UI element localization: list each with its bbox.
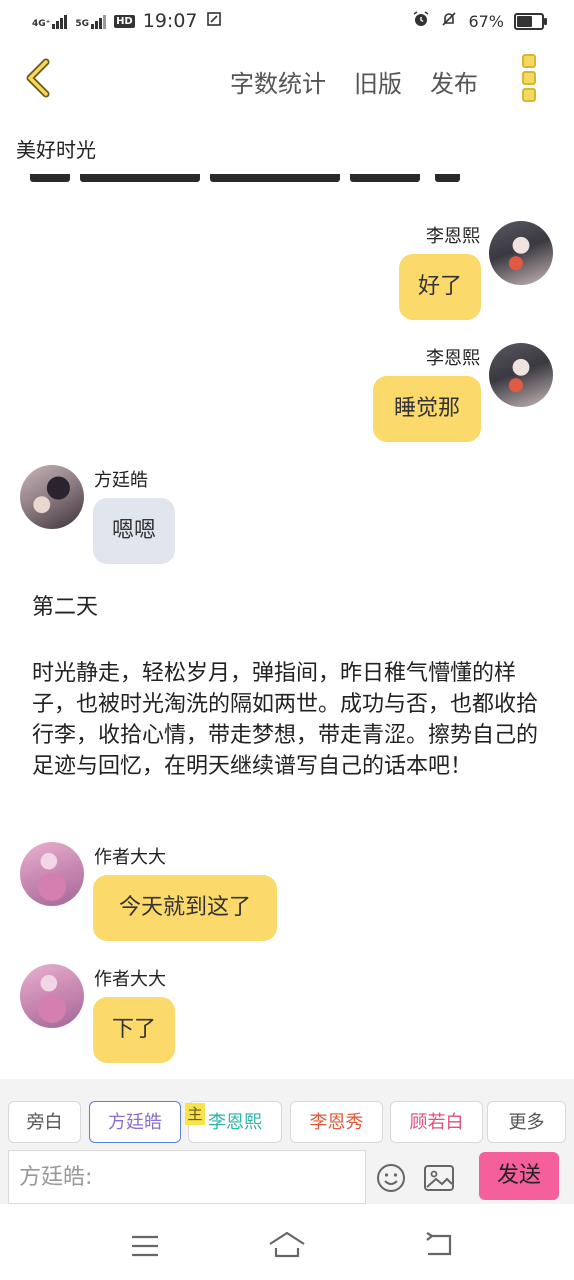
network-type-label: 5G	[75, 19, 90, 29]
message-sender-name: 方廷皓	[94, 470, 148, 491]
alarm-icon	[412, 10, 430, 33]
battery-icon	[514, 13, 547, 30]
message-bubble[interactable]: 好了	[399, 254, 481, 320]
message-bubble[interactable]: 下了	[93, 997, 175, 1063]
role-option-more[interactable]: 更多	[487, 1101, 566, 1143]
avatar[interactable]	[20, 842, 84, 906]
clock: 19:07	[142, 10, 198, 32]
system-nav-bar	[0, 1204, 574, 1280]
back-nav-icon[interactable]	[422, 1232, 454, 1262]
message-bubble[interactable]: 嗯嗯	[93, 498, 175, 564]
top-bar: 字数统计 旧版 发布	[0, 44, 574, 116]
back-button[interactable]	[18, 56, 62, 100]
role-option-narrator[interactable]: 旁白	[8, 1101, 81, 1143]
hd-icon: HD	[114, 14, 135, 28]
network-indicator-2: 5G	[75, 13, 107, 29]
avatar[interactable]	[20, 465, 84, 529]
story-title: 美好时光	[16, 138, 96, 162]
chevron-left-icon	[26, 58, 50, 98]
scrolled-text-fragment	[30, 174, 460, 186]
message-bubble[interactable]: 睡觉那	[373, 376, 481, 442]
avatar[interactable]	[489, 221, 553, 285]
avatar[interactable]	[489, 343, 553, 407]
menu-icon[interactable]	[130, 1234, 160, 1262]
message-sender-name: 李恩熙	[426, 226, 480, 247]
emoji-icon[interactable]	[375, 1162, 407, 1198]
battery-percent: 67%	[468, 12, 504, 31]
narration-heading: 第二天	[32, 595, 99, 620]
message-sender-name: 作者大大	[94, 969, 166, 990]
role-option-gu-ruobai[interactable]: 顾若白	[390, 1101, 483, 1143]
word-count-button[interactable]: 字数统计	[230, 64, 326, 99]
network-type-label: 4G⁺	[32, 19, 51, 29]
send-button[interactable]: 发送	[479, 1152, 559, 1200]
avatar[interactable]	[20, 964, 84, 1028]
old-version-button[interactable]: 旧版	[354, 64, 402, 99]
status-bar: 4G⁺ 5G HD 19:07 67%	[0, 0, 574, 44]
signal-icon	[91, 13, 107, 29]
role-option-fang[interactable]: 方廷皓	[89, 1101, 181, 1143]
message-sender-name: 作者大大	[94, 847, 166, 868]
message-input[interactable]: 方廷皓:	[8, 1150, 366, 1204]
role-option-lee-eunxiu[interactable]: 李恩秀	[290, 1101, 383, 1143]
message-bubble[interactable]: 今天就到这了	[93, 875, 277, 941]
network-indicator-1: 4G⁺	[32, 13, 68, 29]
signal-icon	[52, 13, 68, 29]
screenshot-icon	[206, 11, 222, 32]
top-menu: 字数统计 旧版 发布	[230, 64, 478, 99]
mute-icon	[440, 10, 458, 33]
message-sender-name: 李恩熙	[426, 348, 480, 369]
image-icon[interactable]	[423, 1163, 455, 1197]
narration-paragraph: 时光静走，轻松岁月，弹指间，昨日稚气懵懂的样子，也被时光淘洗的隔如两世。成功与否…	[32, 661, 539, 779]
home-icon[interactable]	[268, 1230, 306, 1264]
publish-button[interactable]: 发布	[430, 64, 478, 99]
more-options-icon[interactable]	[522, 54, 536, 102]
host-badge: 主	[185, 1103, 205, 1125]
